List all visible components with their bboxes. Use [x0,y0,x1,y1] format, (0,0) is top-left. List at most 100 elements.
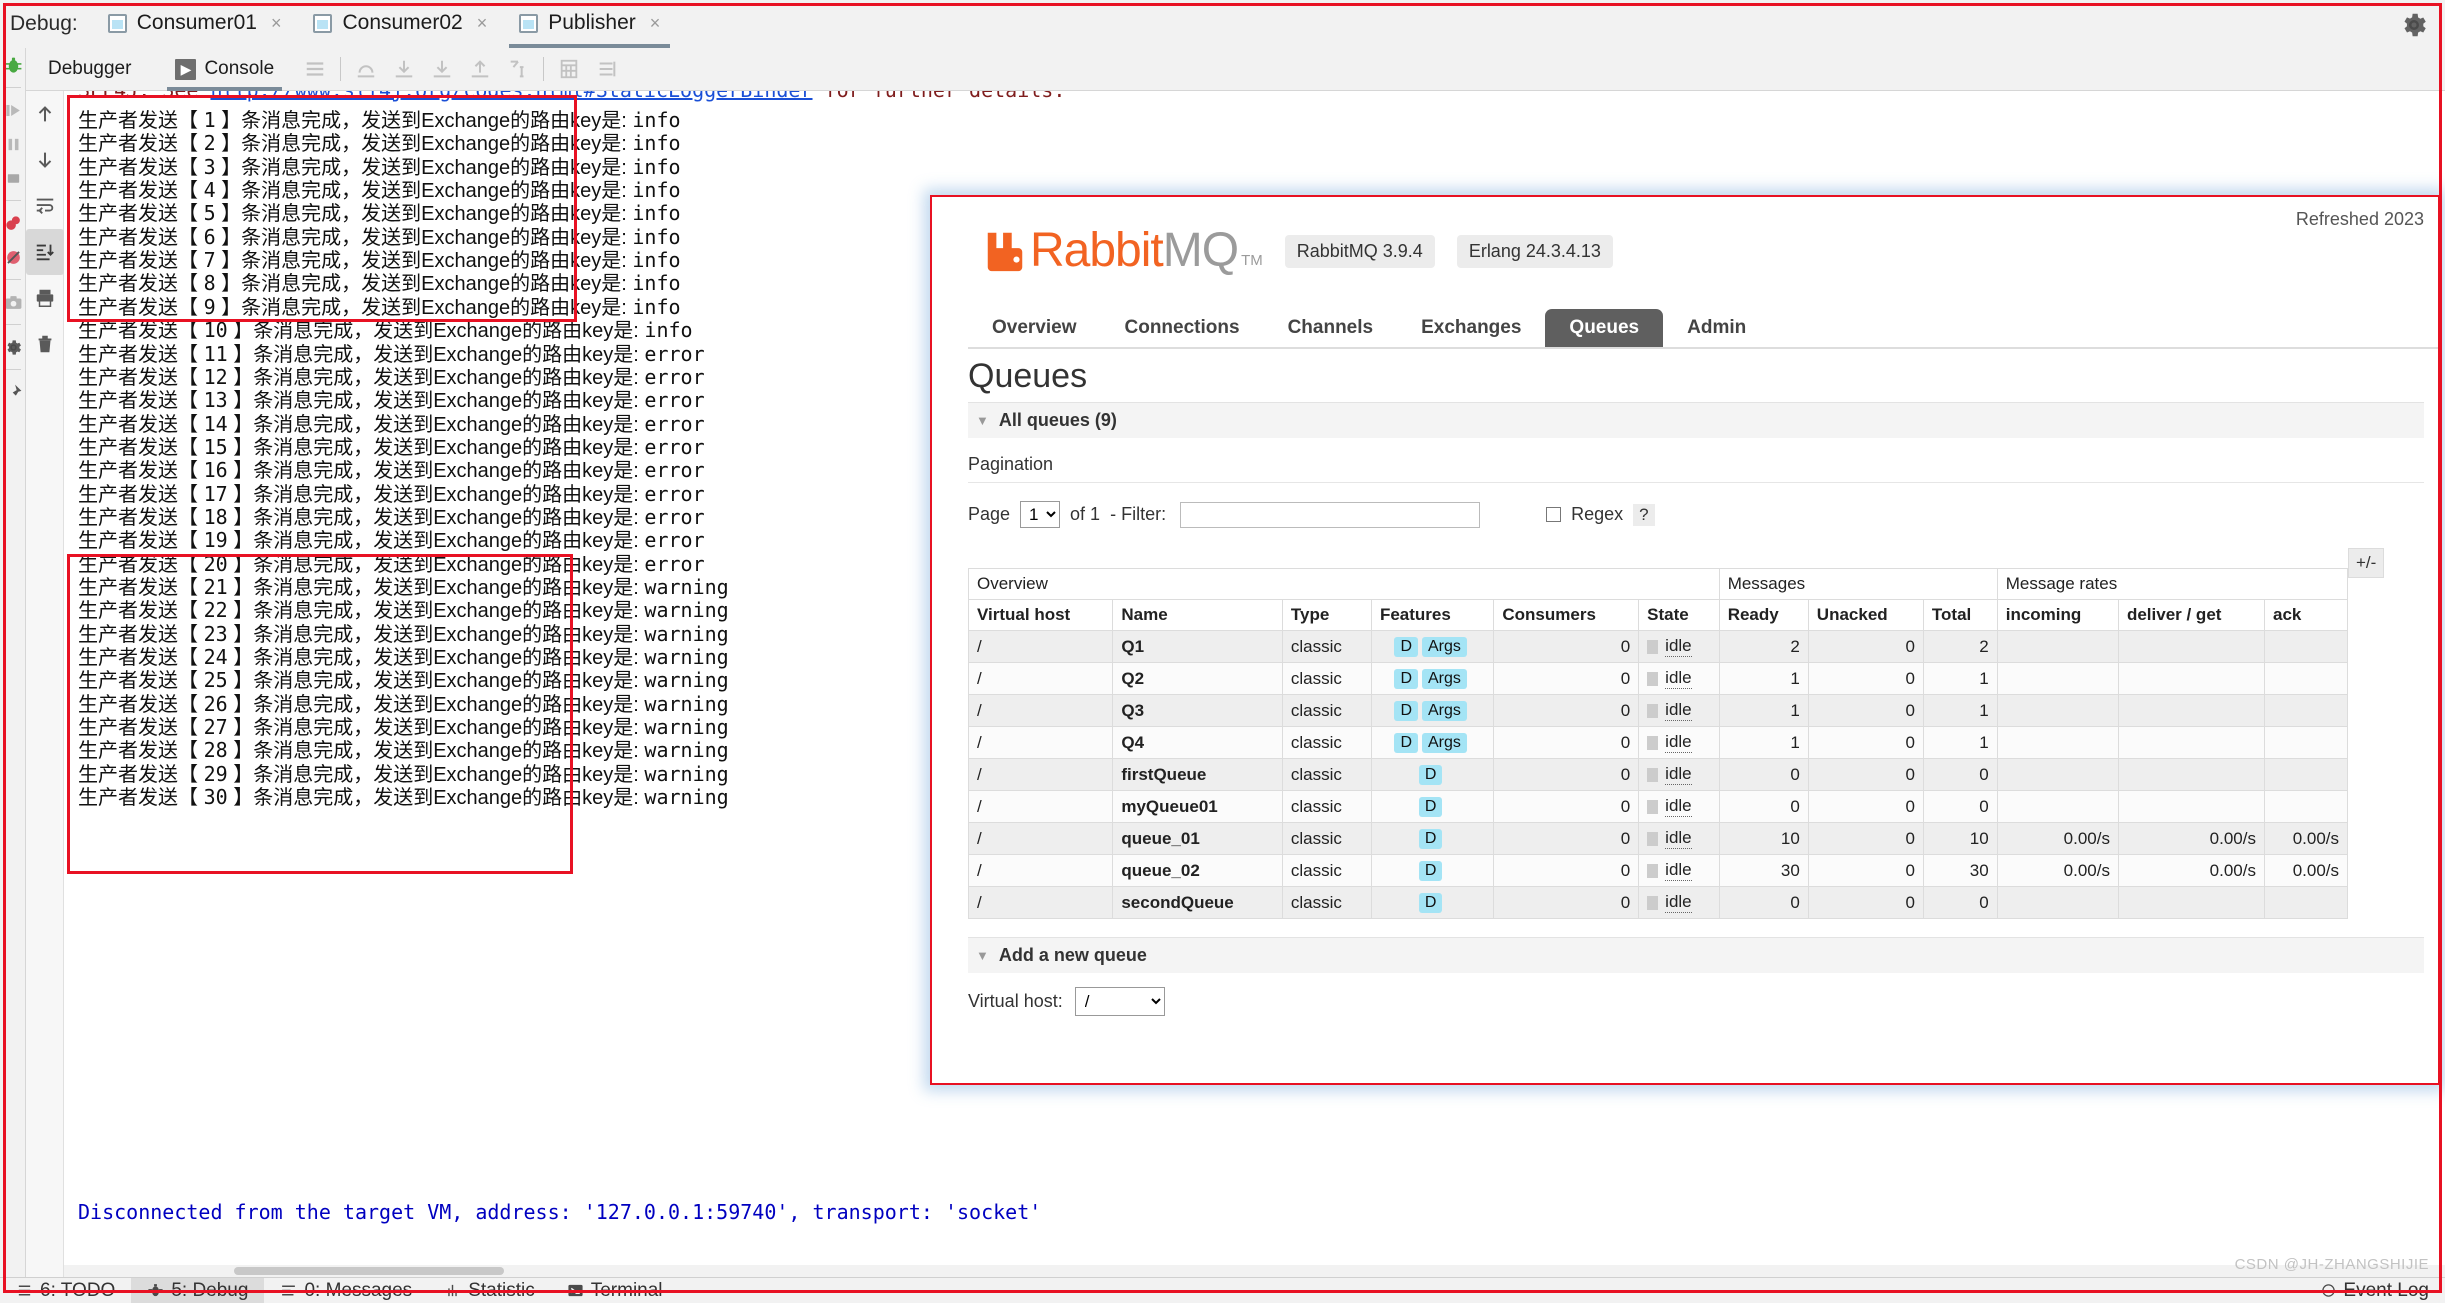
col-state[interactable]: State [1638,599,1720,631]
table-row[interactable]: / queue_01 classic D 0 idle 10 0 10 0.00/s 0.00/s 0… [967,822,2349,855]
cell-queue-name[interactable]: Q4 [1112,726,1283,759]
queue-name-link[interactable]: myQueue01 [1121,797,1217,816]
cell-queue-name[interactable]: Q2 [1112,662,1283,695]
scrollbar-thumb[interactable] [234,1267,504,1275]
nav-exchanges[interactable]: Exchanges [1397,309,1545,347]
gear-icon[interactable] [2399,10,2429,40]
rabbitmq-logo[interactable]: Rabbit MQ TM [982,227,1263,275]
queue-name-link[interactable]: Q3 [1121,701,1144,720]
message-prefix: 生产者发送【 [78,693,204,716]
soft-wrap-icon[interactable] [26,183,64,229]
col-features[interactable]: Features [1370,599,1495,631]
scroll-down-icon[interactable] [26,137,64,183]
nav-overview[interactable]: Overview [968,309,1101,347]
add-queue-header[interactable]: ▼ Add a new queue [968,937,2424,973]
step-into-icon[interactable] [385,48,423,91]
close-icon[interactable]: × [650,14,661,32]
slf4j-link[interactable]: http://www.slf4j.org/codes.html#StaticLo… [210,91,812,102]
console-message-line: 生产者发送【 6 】条消息完成，发送到Exchange的路由key是: info [78,225,681,250]
statusbar-item-todo[interactable]: 6: TODO [0,1278,131,1303]
table-row[interactable]: / Q2 classic D Args 0 idle 1 0 1 [967,662,2349,695]
nav-queues[interactable]: Queues [1545,309,1664,347]
lines-icon[interactable] [296,48,334,91]
table-row[interactable]: / Q3 classic D Args 0 idle 1 0 1 [967,694,2349,727]
cell-queue-name[interactable]: Q1 [1112,630,1283,663]
queue-name-link[interactable]: queue_02 [1121,861,1199,880]
statusbar-item-event-log[interactable]: Event Log [2305,1278,2445,1303]
cell-state: idle [1638,630,1720,663]
force-step-into-icon[interactable] [423,48,461,91]
col-ready[interactable]: Ready [1718,599,1809,631]
nav-channels[interactable]: Channels [1264,309,1398,347]
col-name[interactable]: Name [1112,599,1283,631]
scroll-to-end-icon[interactable] [26,229,64,275]
run-to-cursor-icon[interactable] [499,48,537,91]
queue-name-link[interactable]: secondQueue [1121,893,1233,912]
session-tab-publisher[interactable]: Publisher × [503,0,676,48]
step-over-icon[interactable] [347,48,385,91]
col-deliver-get[interactable]: deliver / get [2117,599,2265,631]
all-queues-section-header[interactable]: ▼ All queues (9) [968,402,2424,438]
col-virtual-host[interactable]: Virtual host [967,599,1114,631]
step-out-icon[interactable] [461,48,499,91]
col-total[interactable]: Total [1922,599,1998,631]
help-icon[interactable]: ? [1633,503,1655,526]
mute-breakpoints-icon[interactable] [0,240,26,274]
page-select[interactable]: 1 [1020,501,1061,528]
table-row[interactable]: / secondQueue classic D 0 idle 0 0 0 [967,886,2349,919]
col-consumers[interactable]: Consumers [1493,599,1640,631]
nav-connections[interactable]: Connections [1101,309,1264,347]
debug-bug-icon[interactable] [0,48,26,82]
cell-queue-name[interactable]: queue_01 [1112,822,1283,855]
queue-name-link[interactable]: queue_01 [1121,829,1199,848]
col-ack[interactable]: ack [2263,599,2349,631]
settings-gear-icon[interactable] [0,330,26,364]
close-icon[interactable]: × [271,14,282,32]
queue-name-link[interactable]: Q4 [1121,733,1144,752]
table-row[interactable]: / firstQueue classic D 0 idle 0 0 0 [967,758,2349,791]
column-toggle-button[interactable]: +/- [2348,548,2385,578]
pause-program-icon[interactable] [0,127,26,161]
statusbar-item-statistic[interactable]: Statistic [428,1278,551,1303]
screenshot-icon[interactable] [0,285,26,319]
filter-input[interactable] [1180,501,1481,528]
cell-queue-name[interactable]: Q3 [1112,694,1283,727]
col-incoming[interactable]: incoming [1996,599,2119,631]
evaluate-icon[interactable] [550,48,588,91]
queue-name-link[interactable]: Q1 [1121,637,1144,656]
scroll-up-icon[interactable] [26,91,64,137]
nav-admin[interactable]: Admin [1663,309,1770,347]
table-row[interactable]: / Q4 classic D Args 0 idle 1 0 1 [967,726,2349,759]
col-type[interactable]: Type [1281,599,1372,631]
table-row[interactable]: / Q1 classic D Args 0 idle 2 0 2 [967,630,2349,663]
cell-queue-name[interactable]: queue_02 [1112,854,1283,887]
settings-lines-icon[interactable] [588,48,626,91]
cell-queue-name[interactable]: myQueue01 [1112,790,1283,823]
session-tab-consumer01[interactable]: Consumer01 × [92,0,298,48]
statusbar-item-messages[interactable]: 0: Messages [264,1278,428,1303]
cell-queue-name[interactable]: firstQueue [1112,758,1283,791]
stop-icon[interactable] [0,161,26,195]
console-horizontal-scrollbar[interactable] [64,1265,2445,1277]
cell-features: D Args [1370,630,1495,663]
col-unacked[interactable]: Unacked [1807,599,1924,631]
statusbar-item-terminal[interactable]: Terminal [551,1278,679,1303]
session-tab-consumer02[interactable]: Consumer02 × [297,0,503,48]
table-row[interactable]: / myQueue01 classic D 0 idle 0 0 0 [967,790,2349,823]
queue-name-link[interactable]: Q2 [1121,669,1144,688]
table-row[interactable]: / queue_02 classic D 0 idle 30 0 30 0.00/s 0.00/s 0… [967,854,2349,887]
pin-tab-icon[interactable] [0,375,26,409]
statusbar-label: Terminal [590,1279,663,1301]
tab-debugger[interactable]: Debugger [26,48,153,91]
tab-console[interactable]: ▶ Console [153,48,296,91]
regex-checkbox[interactable] [1546,507,1562,522]
print-icon[interactable] [26,275,64,321]
clear-all-icon[interactable] [26,321,64,367]
virtual-host-select[interactable]: / [1074,987,1165,1016]
view-breakpoints-icon[interactable] [0,206,26,240]
close-icon[interactable]: × [477,14,488,32]
statusbar-item-debug[interactable]: 5: Debug [131,1278,265,1303]
resume-program-icon[interactable] [0,93,26,127]
cell-queue-name[interactable]: secondQueue [1112,886,1283,919]
queue-name-link[interactable]: firstQueue [1121,765,1206,784]
